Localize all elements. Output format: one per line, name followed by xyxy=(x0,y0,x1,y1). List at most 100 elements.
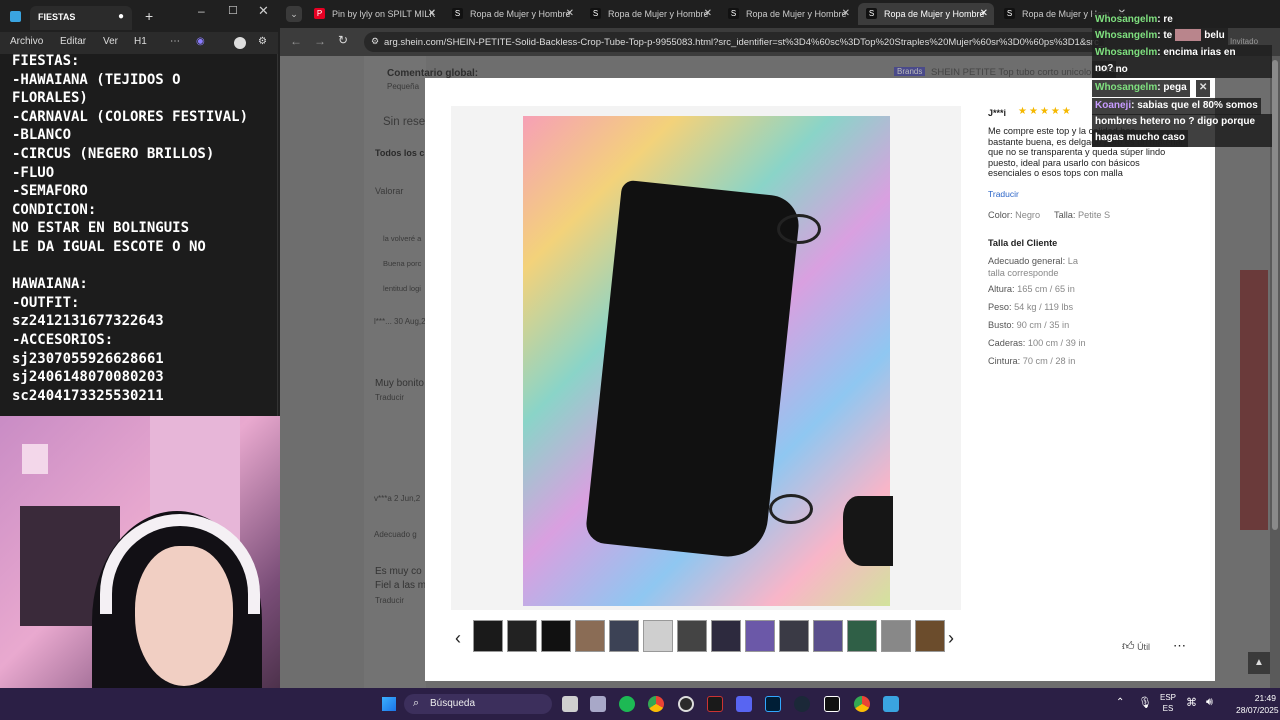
minimize-button[interactable]: – xyxy=(198,4,205,18)
thumbnail[interactable] xyxy=(609,620,639,652)
notepad-line: -HAWAIANA (TEJIDOS O xyxy=(12,71,181,88)
notepad-line: sc2404173325530211 xyxy=(12,387,164,402)
notepad-taskbar-icon[interactable] xyxy=(590,696,606,712)
browser-tab[interactable]: S Ropa de Mujer y Hombre ✕ xyxy=(720,3,856,25)
photoshop-icon[interactable] xyxy=(765,696,781,712)
tab-close-icon[interactable]: ✕ xyxy=(842,8,850,19)
chrome-icon[interactable] xyxy=(648,696,664,712)
chat-message-cont: hagas mucho caso xyxy=(1092,130,1189,147)
back-to-top-button[interactable]: ▲ xyxy=(1248,652,1270,674)
thumbnail[interactable] xyxy=(745,620,775,652)
notepad-tab[interactable]: FIESTAS ● xyxy=(30,6,132,30)
thumbnail[interactable] xyxy=(881,620,911,652)
close-button[interactable]: ✕ xyxy=(258,3,269,19)
thumbnail[interactable] xyxy=(711,620,741,652)
thumbnail[interactable] xyxy=(677,620,707,652)
clock[interactable]: 21:49 28/07/2025 xyxy=(1236,692,1279,716)
back-icon[interactable]: ← xyxy=(290,34,302,48)
reviewer-name: J***i xyxy=(988,108,1007,118)
forward-icon[interactable]: → xyxy=(314,34,326,48)
thumbnail[interactable] xyxy=(473,620,503,652)
menu-ver[interactable]: Ver xyxy=(103,36,118,47)
next-image-arrow[interactable]: › xyxy=(948,628,954,649)
menu-archivo[interactable]: Archivo xyxy=(10,36,43,47)
reviewer-1: l***... 30 Aug,2 xyxy=(374,317,426,326)
chat-close-icon[interactable]: ✕ xyxy=(1196,80,1211,97)
thumbnail[interactable] xyxy=(847,620,877,652)
review-1-translate[interactable]: Traducir xyxy=(375,393,404,402)
chat-username[interactable]: Whosangelm xyxy=(1095,30,1157,41)
chip-volvere[interactable]: la volveré a xyxy=(383,234,421,243)
heading-dropdown[interactable]: H1 xyxy=(134,36,147,47)
file-explorer-icon[interactable] xyxy=(562,696,578,712)
site-info-icon[interactable]: ⚙ xyxy=(371,36,379,47)
tab-close-icon[interactable]: ✕ xyxy=(980,8,988,19)
maximize-button[interactable]: ☐ xyxy=(228,4,238,17)
unsaved-dot-icon[interactable]: ● xyxy=(118,11,124,22)
stream-chat: Whosangelm: re Whosangelm: te belu Whosange… xyxy=(1092,0,1272,147)
account-icon[interactable] xyxy=(234,37,246,49)
thumbnail[interactable] xyxy=(643,620,673,652)
spotify-icon[interactable] xyxy=(619,696,635,712)
thumbnail[interactable] xyxy=(915,620,945,652)
taskbar-search[interactable]: ⌕ Búsqueda xyxy=(404,694,552,714)
review-1-text: Muy bonito xyxy=(375,378,424,389)
more-icon[interactable]: ⋯ xyxy=(170,36,180,47)
capcut-icon[interactable] xyxy=(707,696,723,712)
chat-username[interactable]: Whosangelm xyxy=(1095,82,1157,93)
discord-icon[interactable] xyxy=(736,696,752,712)
notepad-active-icon[interactable] xyxy=(883,696,899,712)
chat-text: : sabias que el 80% somos xyxy=(1131,100,1258,111)
settings-icon[interactable]: ⚙ xyxy=(258,36,267,47)
chrome-active-icon[interactable] xyxy=(854,696,870,712)
review-2-translate[interactable]: Traducir xyxy=(375,596,404,605)
copilot-icon[interactable]: ◉ xyxy=(196,36,205,47)
lang-secondary: ES xyxy=(1162,704,1174,713)
browser-tab[interactable]: S Ropa de Mujer y Hombre ✕ xyxy=(582,3,718,25)
network-icon[interactable]: ⌘ xyxy=(1186,696,1197,709)
tab-close-icon[interactable]: ✕ xyxy=(428,8,436,19)
url-bar[interactable]: ⚙ arg.shein.com/SHEIN-PETITE-Solid-Backl… xyxy=(364,32,1104,52)
microphone-icon[interactable]: 🎙︎ xyxy=(1138,696,1152,709)
browser-tab[interactable]: P Pin by lyly on SPILT MILK ✕ xyxy=(306,3,442,25)
browser-tab[interactable]: S Ropa de Mujer y Hombre ✕ xyxy=(444,3,580,25)
translate-link[interactable]: Traducir xyxy=(988,189,1019,199)
more-options-icon[interactable]: ⋯ xyxy=(1173,638,1186,654)
valorar-filter[interactable]: Valorar xyxy=(375,186,403,196)
new-tab-button[interactable]: + xyxy=(145,8,153,24)
tab-search-button[interactable]: ⌄ xyxy=(286,6,302,22)
steam-icon[interactable] xyxy=(794,696,810,712)
useful-button[interactable]: 👍︎ Útil xyxy=(1122,639,1150,654)
menu-editar[interactable]: Editar xyxy=(60,36,86,47)
thumbnail[interactable] xyxy=(575,620,605,652)
chip-lentitud[interactable]: lentitud logi xyxy=(383,284,421,293)
obs-icon[interactable] xyxy=(678,696,694,712)
chip-buena[interactable]: Buena porc xyxy=(383,259,421,268)
thumbnail[interactable] xyxy=(813,620,843,652)
measure-value: 100 cm / 39 in xyxy=(1027,338,1086,348)
side-float-panel[interactable] xyxy=(1240,270,1268,530)
prev-image-arrow[interactable]: ‹ xyxy=(455,628,461,649)
capcut-alt-icon[interactable] xyxy=(824,696,840,712)
strap xyxy=(769,494,813,524)
tray-chevron-icon[interactable]: ⌃ xyxy=(1116,697,1124,708)
thumbnail[interactable] xyxy=(507,620,537,652)
tab-close-icon[interactable]: ✕ xyxy=(566,8,574,19)
review-photo xyxy=(523,116,893,606)
reload-icon[interactable]: ↻ xyxy=(338,33,348,47)
thumbnail[interactable] xyxy=(779,620,809,652)
tab-close-icon[interactable]: ✕ xyxy=(704,8,712,19)
start-button[interactable] xyxy=(382,697,396,711)
todos-tab[interactable]: Todos los c xyxy=(375,148,424,158)
thumbnail[interactable] xyxy=(541,620,571,652)
chat-username[interactable]: Koaneji xyxy=(1095,100,1131,111)
chat-username[interactable]: Whosangelm xyxy=(1095,47,1157,58)
notepad-text-area[interactable]: FIESTAS: -HAWAIANA (TEJIDOS O FLORALES) -CA… xyxy=(12,52,278,402)
browser-tab[interactable]: S Ropa de Mujer y Hombre ✕ xyxy=(858,3,994,25)
measure-value: 70 cm / 28 in xyxy=(1022,356,1076,366)
scrollbar[interactable] xyxy=(1270,56,1280,688)
language-indicator[interactable]: ESP ES xyxy=(1158,692,1178,714)
chat-username[interactable]: Whosangelm xyxy=(1095,14,1157,25)
star-icon: ★ xyxy=(1028,106,1040,117)
volume-icon[interactable]: 🔊︎ xyxy=(1206,696,1213,709)
